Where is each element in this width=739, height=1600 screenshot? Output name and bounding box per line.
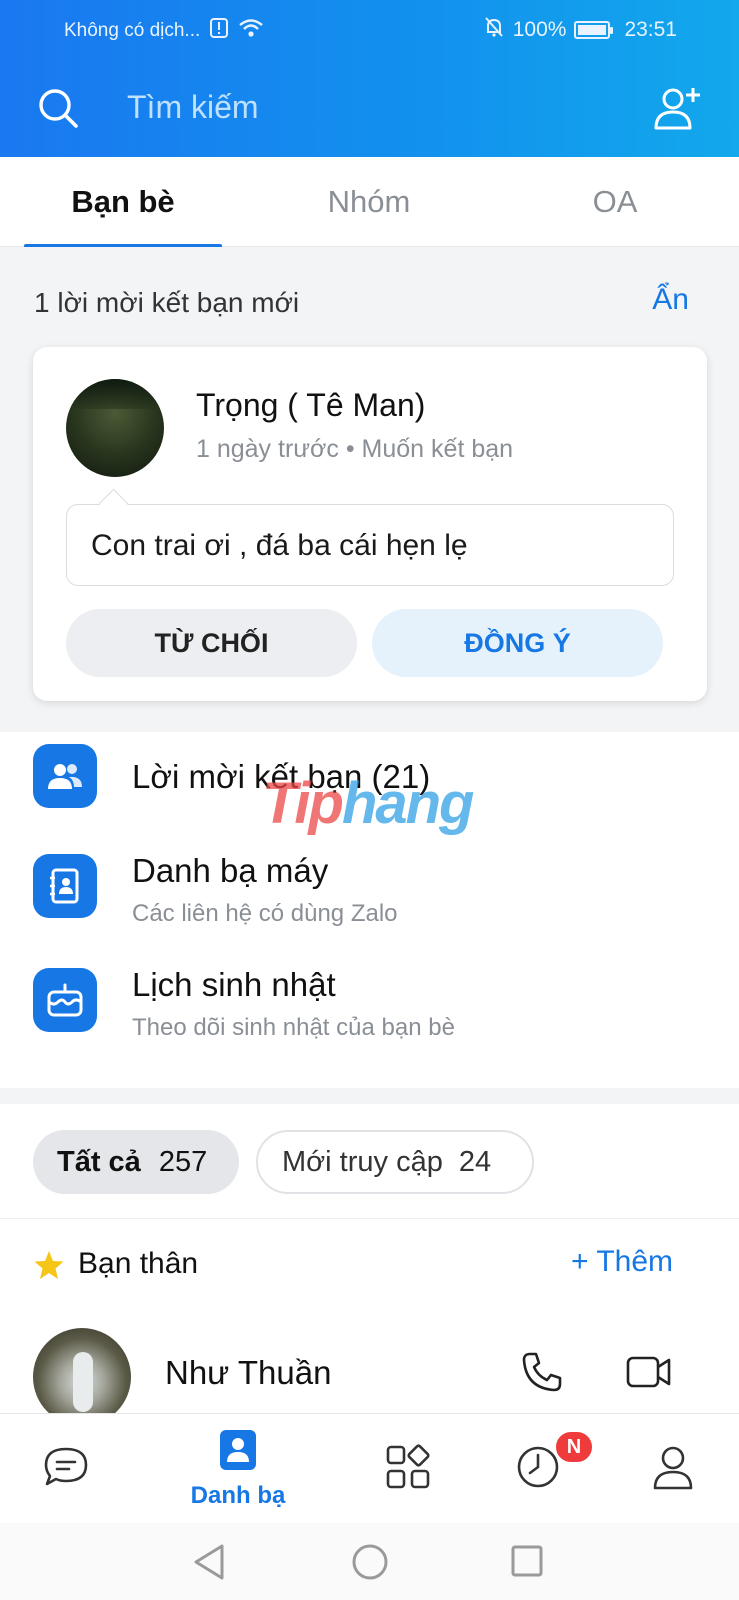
nav-label: Danh bạ [190, 1481, 286, 1509]
invitation-meta: 1 ngày trước • Muốn kết bạn [196, 435, 514, 463]
alert-icon [210, 18, 229, 44]
menu-item-subtitle: Theo dõi sinh nhật của bạn bè [132, 1014, 455, 1041]
nav-contacts[interactable]: Danh bạ [178, 1414, 298, 1524]
cake-icon [33, 968, 97, 1032]
search-input[interactable] [127, 84, 627, 130]
add-close-friend-button[interactable]: + Thêm [571, 1245, 673, 1279]
avatar[interactable] [33, 1328, 131, 1426]
menu-item-title: Lịch sinh nhật [132, 966, 336, 1003]
accept-button[interactable]: ĐỒNG Ý [372, 609, 663, 677]
menu-item-subtitle: Các liên hệ có dùng Zalo [132, 900, 398, 927]
list-item[interactable]: Như Thuần [0, 1314, 739, 1426]
clock: 23:51 [624, 18, 677, 41]
menu-item-birthdays[interactable]: Lịch sinh nhật Theo dõi sinh nhật của bạ… [0, 966, 739, 1078]
friends-icon [33, 744, 97, 808]
video-call-icon[interactable] [626, 1354, 672, 1390]
bottom-navigation: Danh bạ N [0, 1413, 739, 1523]
star-icon [33, 1249, 65, 1281]
friend-invitations-section: 1 lời mời kết bạn mới Ẩn Trọng ( Tê Man)… [0, 247, 739, 732]
address-book-icon [33, 854, 97, 918]
tab-oa[interactable]: OA [492, 157, 738, 247]
search-icon[interactable] [36, 86, 80, 130]
menu-item-friend-requests[interactable]: Lời mời kết bạn (21) [0, 744, 739, 854]
close-friends-title: Bạn thân [78, 1247, 199, 1280]
profile-icon [652, 1444, 694, 1495]
back-icon[interactable] [192, 1543, 228, 1586]
system-navigation-bar [0, 1523, 739, 1600]
recents-icon[interactable] [510, 1544, 544, 1583]
invitation-card: Trọng ( Tê Man) 1 ngày trước • Muốn kết … [33, 347, 707, 701]
tab-groups[interactable]: Nhóm [246, 157, 492, 247]
app-header: Không có dịch... 100% 23:51 [0, 0, 739, 157]
section-divider [0, 1088, 739, 1104]
battery-icon [574, 21, 614, 39]
mute-bell-icon [483, 16, 505, 44]
nav-discover[interactable] [348, 1414, 468, 1524]
filter-chip-all[interactable]: Tất cả 257 [33, 1130, 239, 1194]
notification-badge: N [554, 1430, 594, 1464]
contacts-icon [219, 1429, 257, 1476]
hide-invitations-link[interactable]: Ẩn [652, 283, 689, 317]
contact-name: Như Thuần [165, 1354, 332, 1391]
battery-percent: 100% [512, 18, 567, 41]
contacts-tabs: Bạn bè Nhóm OA [0, 157, 739, 248]
menu-item-phone-contacts[interactable]: Danh bạ máy Các liên hệ có dùng Zalo [0, 852, 739, 964]
decline-button[interactable]: TỪ CHỐI [66, 609, 357, 677]
close-friends-header: Bạn thân + Thêm [0, 1219, 739, 1314]
filter-count: 257 [158, 1145, 208, 1178]
avatar[interactable] [66, 379, 164, 477]
filter-chip-recent[interactable]: Mới truy cập 24 [256, 1130, 534, 1194]
contacts-menu: Lời mời kết bạn (21) Danh bạ máy Các liê… [0, 732, 739, 1088]
nav-profile[interactable] [613, 1414, 733, 1524]
filter-label: Mới truy cập [282, 1145, 443, 1178]
tab-friends[interactable]: Bạn bè [0, 157, 246, 248]
filter-count: 24 [458, 1145, 492, 1178]
chat-icon [42, 1445, 90, 1494]
status-bar: Không có dịch... 100% 23:51 [0, 0, 739, 58]
menu-item-title: Lời mời kết bạn (21) [132, 758, 431, 795]
invitation-message: Con trai ơi , đá ba cái hẹn lẹ [66, 504, 674, 586]
invitation-sender-name[interactable]: Trọng ( Tê Man) [196, 387, 425, 424]
filter-label: Tất cả [57, 1145, 141, 1178]
phone-icon[interactable] [520, 1350, 564, 1394]
contact-filters: Tất cả 257 Mới truy cập 24 [0, 1104, 739, 1219]
add-friend-icon[interactable] [653, 84, 703, 132]
menu-item-title: Danh bạ máy [132, 852, 329, 889]
nav-messages[interactable] [6, 1414, 126, 1524]
carrier-text: Không có dịch... [64, 20, 201, 41]
invitations-heading: 1 lời mời kết bạn mới [34, 287, 300, 318]
invitation-message-text: Con trai ơi , đá ba cái hẹn lẹ [91, 529, 468, 562]
home-icon[interactable] [351, 1543, 389, 1586]
grid-icon [385, 1443, 431, 1495]
search-bar [0, 58, 739, 157]
wifi-icon [238, 18, 264, 44]
